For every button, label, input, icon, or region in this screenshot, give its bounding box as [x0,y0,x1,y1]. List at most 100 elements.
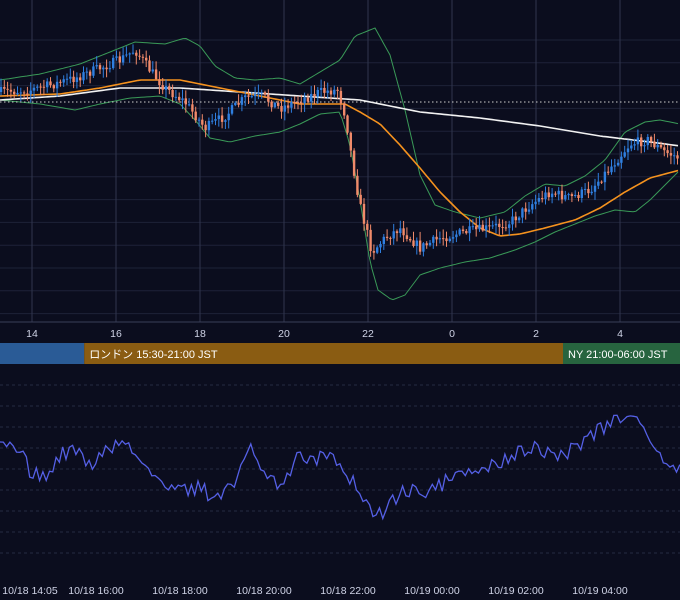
x-tick-label: 16 [110,328,122,340]
candle-body [26,93,29,95]
candle-body [145,57,148,61]
candle-body [484,225,488,231]
x-tick-label: 14 [26,328,38,340]
candle-body [494,223,498,226]
candle-body [389,237,392,239]
candle-body [527,209,531,212]
candle-body [333,89,336,95]
candle-body [636,137,640,145]
x-tick-label: 0 [449,328,455,340]
candle-body [82,72,85,81]
candle-body [498,223,501,227]
candle-body [521,208,524,218]
candle-body [352,150,356,176]
candle-body [135,52,138,56]
candle-body [112,57,115,69]
candle-body [676,155,679,159]
candle-body [504,227,508,229]
candle-body [32,87,36,91]
candle-body [227,113,230,121]
candle-body [409,238,412,241]
candle-body [583,188,587,190]
candle-body [102,67,105,70]
session-label: ロンドン 15:30-21:00 JST [89,349,218,361]
candle-body [184,98,187,105]
candle-body [49,81,52,86]
candle-body [118,56,121,63]
candle-body [19,92,22,94]
candle-body [300,102,303,104]
candle-body [310,93,313,102]
candle-body [376,247,379,253]
candle-body [514,216,517,221]
candle-body [220,115,224,122]
candle-body [92,66,95,76]
candle-body [395,231,399,234]
candle-body [293,101,296,103]
candle-body [151,69,154,72]
candle-body [138,55,141,57]
candle-body [541,198,544,200]
candle-body [237,102,240,105]
candle-body [161,85,164,90]
candle-body [62,79,65,83]
candle-body [316,89,319,97]
candle-body [273,102,277,108]
candle-body [673,155,676,157]
candle-body [422,243,425,252]
candle-body [623,152,626,157]
candle-body [260,92,263,94]
candle-body [458,229,461,235]
candle-body [366,223,369,230]
candle-body [531,204,534,210]
candle-body [313,93,316,97]
candle-body [646,137,649,146]
market-session-bar: ロンドン 15:30-21:00 JST NY 21:00-06:00 JST [0,343,680,364]
candle-body [425,243,428,246]
candle-body [108,68,112,70]
candle-body [610,166,613,173]
candle-body [280,105,283,112]
candle-body [511,216,514,225]
candle-body [557,190,560,195]
candle-body [491,225,494,227]
candle-body [465,231,468,234]
candle-body [501,226,504,228]
osc-x-tick-label: 10/18 22:00 [320,585,376,597]
candle-body [451,237,455,239]
candle-body [168,86,171,90]
candle-body [178,96,181,101]
candle-body [6,88,9,90]
candle-body [277,102,280,106]
candle-body [593,185,597,192]
candle-body [283,105,286,112]
candle-body [613,165,616,167]
candle-body [372,251,376,253]
candle-body [663,147,666,151]
candle-body [197,119,201,121]
candle-body [620,156,623,163]
candle-body [468,226,471,234]
candle-body [649,137,653,142]
candle-body [296,102,300,104]
candle-body [405,235,409,239]
candle-body [201,119,204,125]
candle-body [329,90,333,95]
candle-body [356,175,359,195]
candle-body [303,97,306,104]
candle-body [554,193,557,195]
candle-body [36,86,39,88]
candle-body [75,77,79,83]
x-tick-label: 2 [533,328,539,340]
candle-body [52,85,55,89]
candle-body [616,162,620,166]
candle-body [524,208,527,212]
candle-body [478,224,481,230]
candle-body [402,228,405,236]
candle-body [471,226,475,228]
candle-body [435,236,438,240]
candle-body [154,69,158,80]
candle-body [207,120,211,131]
candle-body [508,224,511,228]
candle-body [194,111,197,121]
